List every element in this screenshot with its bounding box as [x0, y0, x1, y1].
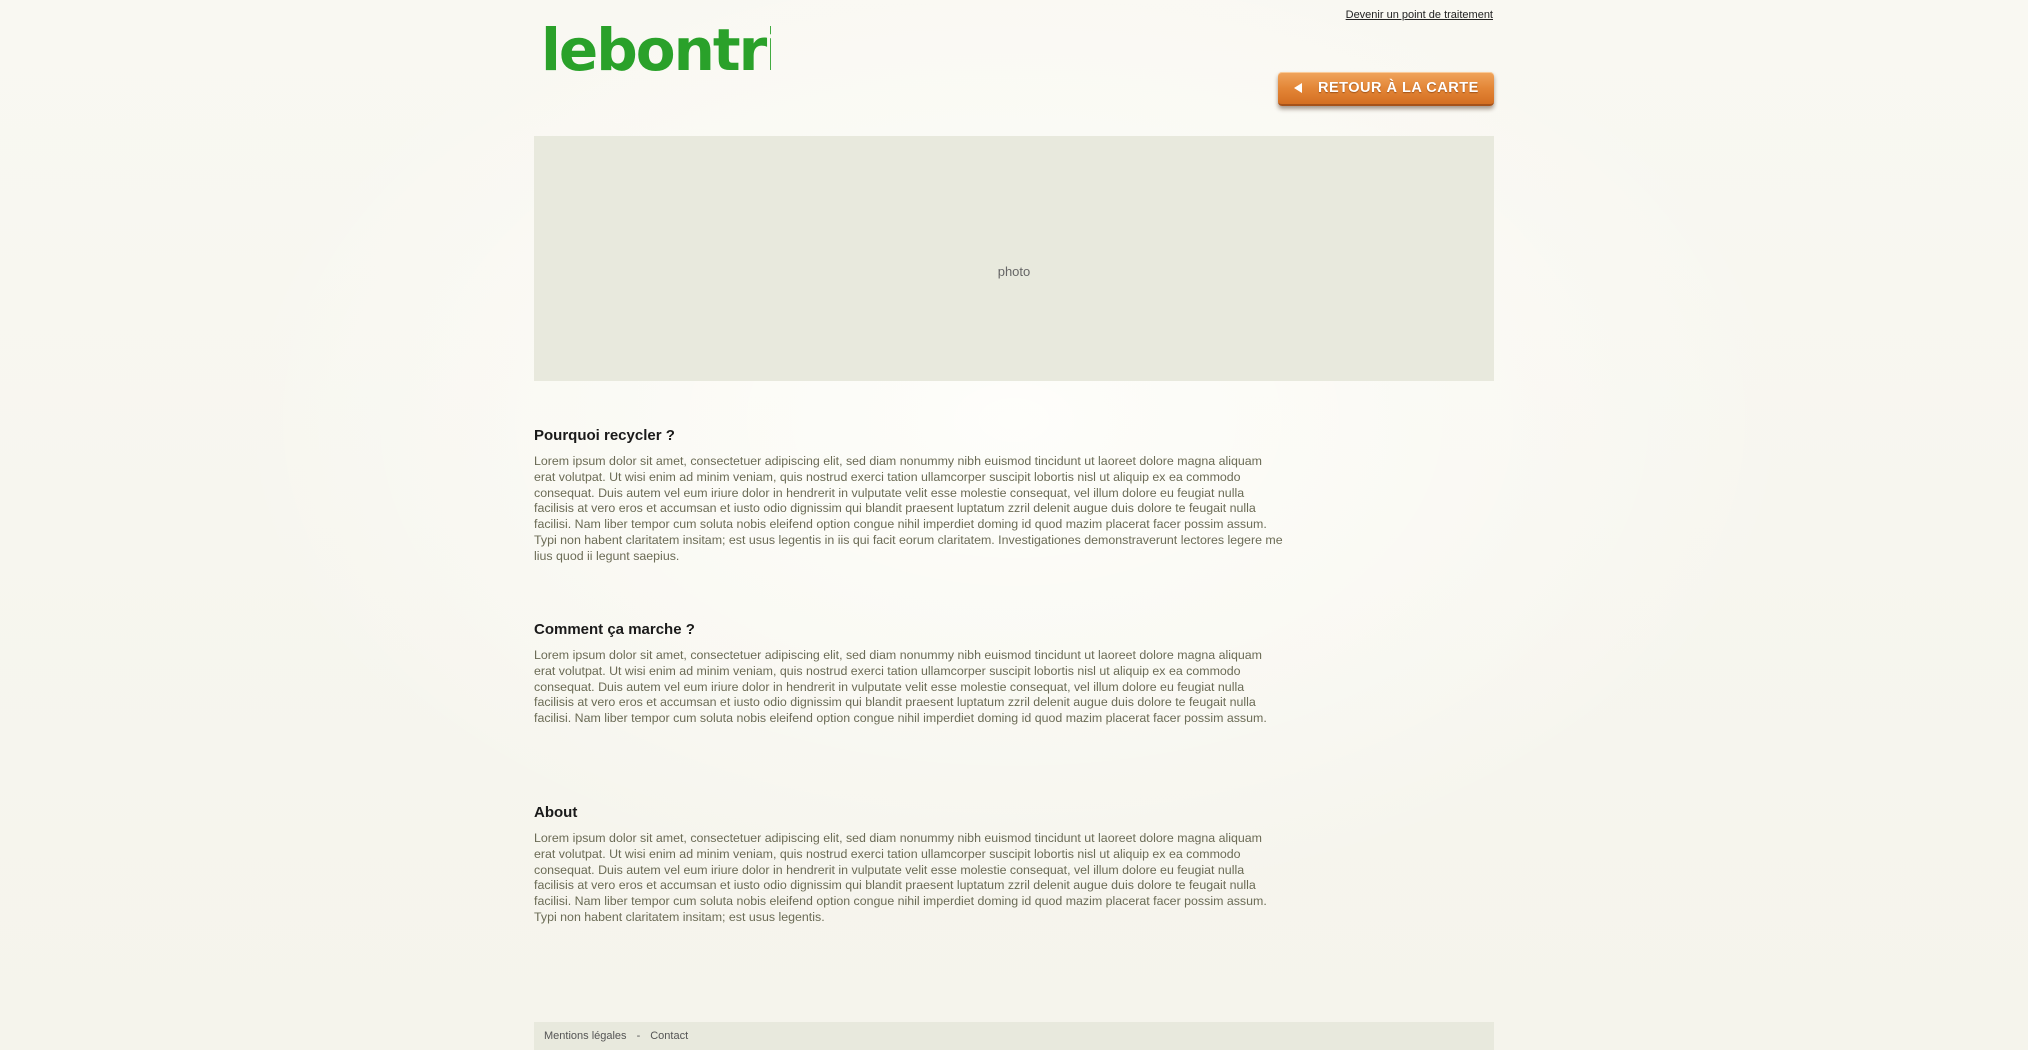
section-body: Lorem ipsum dolor sit amet, consectetuer…: [534, 831, 1267, 924]
footer-separator: -: [636, 1030, 641, 1042]
section-why-recycle: Pourquoi recycler ? Lorem ipsum dolor si…: [534, 427, 1284, 565]
section-title: About: [534, 804, 578, 821]
section-title: Comment ça marche ?: [534, 621, 695, 638]
become-treatment-point-link[interactable]: Devenir un point de traitement: [1346, 9, 1493, 21]
logo-text: lebontri: [541, 18, 771, 78]
back-to-map-label: RETOUR À LA CARTE: [1318, 80, 1479, 96]
section-title: Pourquoi recycler ?: [534, 427, 675, 444]
contact-link[interactable]: Contact: [650, 1030, 688, 1042]
page-container: Devenir un point de traitement lebontri …: [534, 0, 1494, 1050]
footer: Mentions légales - Contact: [534, 1022, 1494, 1050]
section-about: About Lorem ipsum dolor sit amet, consec…: [534, 804, 1284, 926]
photo-placeholder-label: photo: [997, 264, 1031, 279]
back-to-map-button[interactable]: RETOUR À LA CARTE: [1278, 72, 1494, 106]
triangle-left-icon: [1294, 83, 1302, 93]
logo[interactable]: lebontri: [541, 16, 785, 84]
photo-placeholder: photo: [534, 136, 1494, 381]
legal-notice-link[interactable]: Mentions légales: [544, 1030, 627, 1042]
section-body: Lorem ipsum dolor sit amet, consectetuer…: [534, 454, 1283, 563]
section-how-it-works: Comment ça marche ? Lorem ipsum dolor si…: [534, 621, 1284, 727]
section-body: Lorem ipsum dolor sit amet, consectetuer…: [534, 648, 1267, 726]
